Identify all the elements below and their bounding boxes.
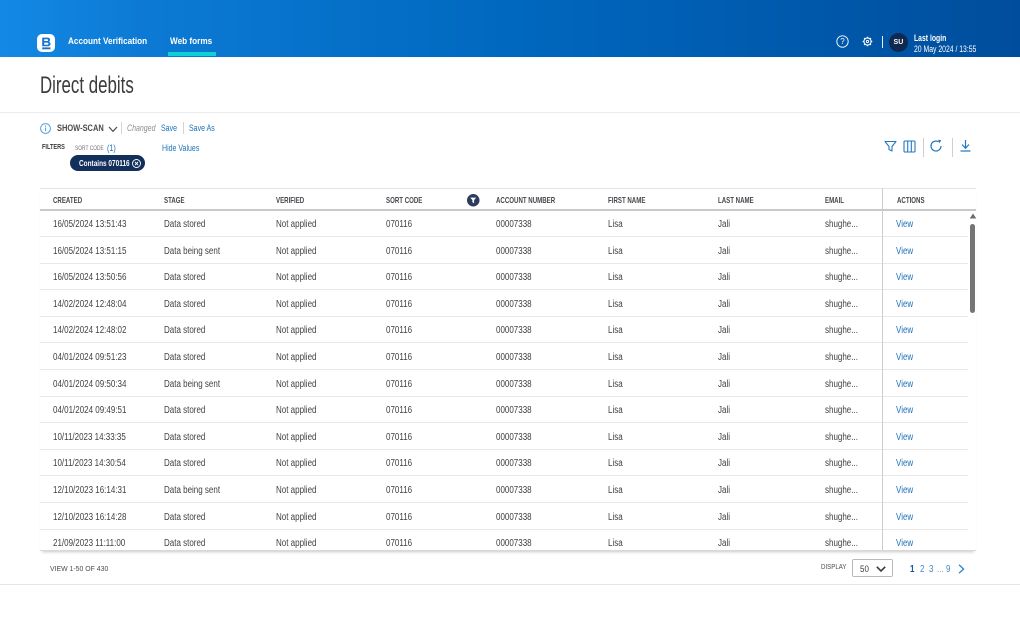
svg-text:?: ? [840,37,845,46]
